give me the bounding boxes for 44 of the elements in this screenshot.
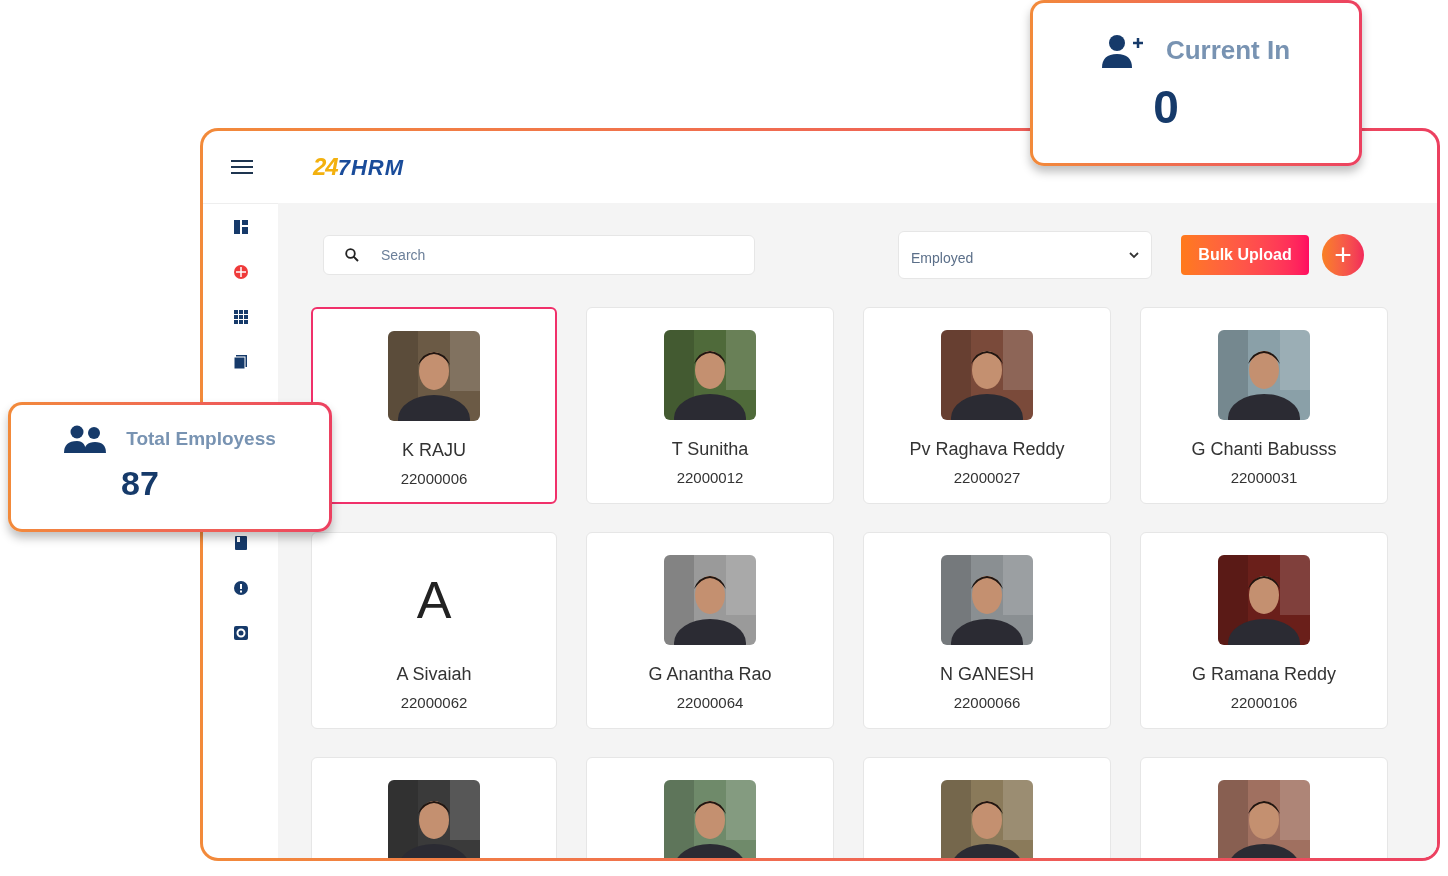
grid-icon[interactable] [232,309,249,325]
employee-name: G Anantha Rao [648,663,772,686]
avatar-initial: A [416,570,452,631]
card-icon[interactable] [232,535,249,551]
employee-id: 22000006 [400,469,468,489]
gear-icon[interactable] [232,625,249,641]
users-icon [64,425,107,454]
employee-id: 22000062 [400,693,468,713]
employee-id: 22000066 [953,693,1021,713]
employee-name: N GANESH [940,663,1034,686]
alert-icon[interactable] [232,580,249,596]
user-plus-icon [1101,33,1146,68]
search-field[interactable]: Search [323,235,755,275]
status-dropdown[interactable]: Employed [898,231,1152,279]
employee-id: 22000106 [1230,693,1298,713]
employee-id: 22000031 [1230,468,1298,488]
logo: 247HRM [313,155,405,179]
employee-card[interactable]: Pv Raghava Reddy 22000027 [863,307,1111,504]
employee-name: Pv Raghava Reddy [909,438,1065,461]
employee-name: G Chanti Babusss [1191,438,1337,461]
employee-card[interactable]: T Sunitha 22000012 [586,307,834,504]
employee-card[interactable]: A A Sivaiah 22000062 [311,532,557,729]
stat-value: 87 [121,465,159,500]
employee-name: T Sunitha [671,438,749,461]
book-icon[interactable] [232,354,249,370]
employee-card[interactable]: N GANESH 22000066 [863,532,1111,729]
chevron-down-icon [1129,251,1139,259]
employee-card[interactable]: G Anantha Rao 22000064 [586,532,834,729]
stat-label: Current In [1165,34,1291,67]
employee-id: 22000027 [953,468,1021,488]
employee-name: K RAJU [402,439,466,462]
employee-card[interactable]: K RAJU 22000006 [311,307,557,504]
globe-icon[interactable] [232,264,249,280]
search-icon [345,248,359,262]
stat-value: 0 [1153,84,1179,130]
employee-card[interactable]: G Ramana Reddy 22000106 [1140,532,1388,729]
employee-card[interactable]: G Chanti Babusss 22000031 [1140,307,1388,504]
employee-id: 22000064 [676,693,744,713]
employee-name: G Ramana Reddy [1191,663,1337,686]
stat-label: Total Employess [126,427,276,451]
menu-icon[interactable] [231,159,253,175]
dashboard-icon[interactable] [232,219,249,235]
employee-id: 22000012 [676,468,744,488]
employee-name: A Sivaiah [396,663,472,686]
